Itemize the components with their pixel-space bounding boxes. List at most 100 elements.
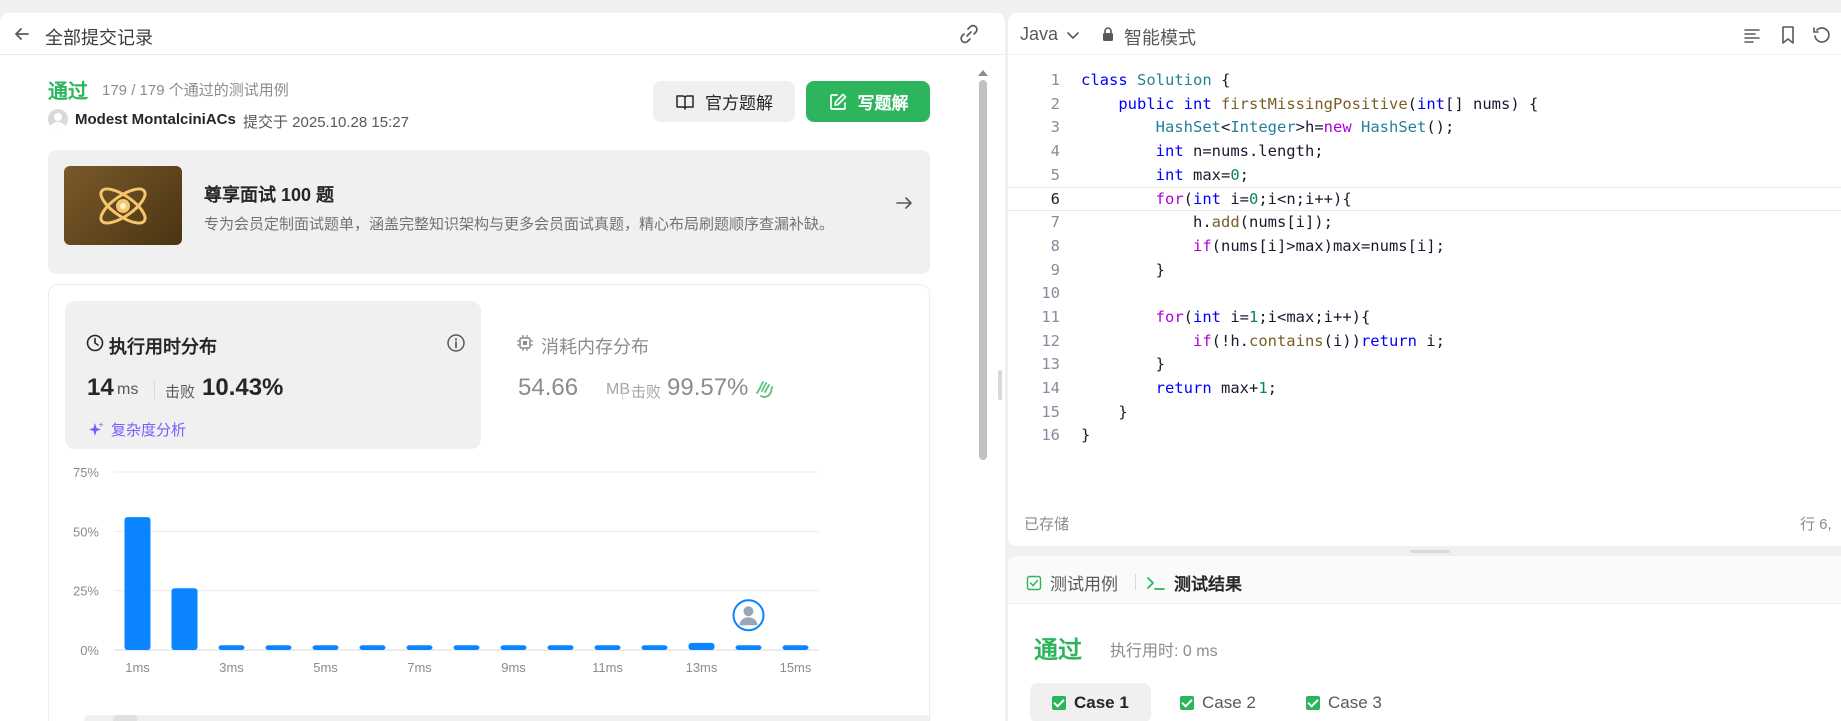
official-solution-button[interactable]: 官方题解 [653,81,795,122]
line-number: 3 [1050,118,1060,137]
reset-icon[interactable] [1812,25,1832,45]
code-line[interactable]: 5 int max=0; [1008,164,1841,188]
runtime-title: 执行用时分布 [109,337,217,357]
case-tab-3[interactable]: Case 3 [1284,683,1404,721]
promo-subtitle: 专为会员定制面试题单，涵盖完整知识架构与更多会员面试真题，精心布局刷题顺序查漏补… [204,216,835,233]
user-name[interactable]: Modest MontalciniACs [75,111,236,128]
horizontal-resize-handle[interactable] [1410,550,1450,553]
memory-title[interactable]: 消耗内存分布 [541,333,649,359]
memory-chip-icon [517,335,533,351]
performance-stats: 执行用时分布 14 ms 击败 10.43% 复杂度分析 消耗内存分布 54.6… [48,284,930,721]
line-number: 13 [1041,355,1060,374]
y-tick-label: 25% [73,584,99,599]
code-editor-panel: Java 智能模式 1 class Solution {2 public int… [1008,13,1841,546]
code-text: public int firstMissingPositive(int[] nu… [1118,94,1539,113]
promo-image [64,166,182,245]
save-status: 已存储 [1024,516,1070,533]
bar [218,645,245,650]
code-line[interactable]: 11 for(int i=1;i<max;i++){ [1008,306,1841,330]
runtime-beat-value: 10.43% [202,374,284,401]
line-number: 16 [1041,426,1060,445]
left-scrollbar-thumb[interactable] [979,80,987,460]
x-tick-label: 3ms [219,660,244,675]
chevron-down-icon [1067,31,1079,39]
write-solution-button[interactable]: 写题解 [806,81,930,122]
app-root: 全部提交记录 通过 179 / 179 个通过的测试用例 Modest Mont… [0,0,1841,721]
submit-time: 提交于 2025.10.28 15:27 [243,114,409,131]
x-tick-label: 1ms [125,660,150,675]
code-text: if(!h.contains(i))return i; [1192,331,1445,350]
code-line[interactable]: 9 } [1008,259,1841,283]
user-avatar[interactable] [48,109,68,129]
editor-toolbar: Java 智能模式 [1008,13,1841,55]
code-line[interactable]: 12 if(!h.contains(i))return i; [1008,330,1841,354]
premium-promo-card[interactable]: 尊享面试 100 题 专为会员定制面试题单，涵盖完整知识架构与更多会员面试真题，… [48,150,930,274]
tab-result-label: 测试结果 [1174,575,1242,594]
code-text: for(int i=1;i<max;i++){ [1155,307,1371,326]
chart-scroll-track [84,715,929,721]
scroll-up-arrow-icon[interactable] [977,65,989,76]
link-icon[interactable] [958,23,980,45]
editor-mode[interactable]: 智能模式 [1124,24,1196,50]
code-text: return max+1; [1155,378,1278,397]
x-tick-label: 7ms [407,660,432,675]
y-tick-label: 0% [80,643,99,658]
case-tab-1[interactable]: Case 1 [1030,683,1151,721]
vertical-resize-handle[interactable] [998,370,1002,400]
x-tick-label: 15ms [780,660,812,675]
code-text: int max=0; [1155,165,1250,184]
check-icon [1180,696,1194,710]
clap-icon [756,381,773,398]
promo-title: 尊享面试 100 题 [204,185,335,205]
code-line[interactable]: 7 h.add(nums[i]); [1008,211,1841,235]
tab-divider [1135,574,1136,590]
line-number: 5 [1050,165,1060,184]
runtime-distribution-chart: 0% 25% 50% 75% 1ms 3ms 5ms 7ms 9ms 11ms 13ms 15ms [73,465,929,721]
line-number: 15 [1041,402,1060,421]
runtime-divider [154,381,155,399]
bookmark-icon[interactable] [1778,25,1798,45]
bar [547,645,574,650]
bar [359,645,386,650]
bar [124,517,151,650]
arrow-right-icon[interactable] [893,192,915,214]
language-selector[interactable]: Java [1020,24,1080,45]
x-tick-label: 11ms [592,660,623,675]
code-text: int n=nums.length; [1155,142,1324,161]
header-title[interactable]: 全部提交记录 [45,24,153,50]
code-line[interactable]: 6 for(int i=0;i<n;i++){ [1008,187,1841,212]
code-line[interactable]: 13 } [1008,353,1841,377]
code-line[interactable]: 2 public int firstMissingPositive(int[] … [1008,93,1841,117]
line-number: 12 [1041,331,1060,350]
case-tab-2[interactable]: Case 2 [1158,683,1278,721]
runtime-card[interactable]: 执行用时分布 14 ms 击败 10.43% 复杂度分析 [65,301,481,449]
line-number: 8 [1050,236,1060,255]
format-icon[interactable] [1742,25,1762,45]
submission-header: 全部提交记录 [0,13,1005,55]
code-line[interactable]: 1 class Solution { [1008,69,1841,93]
write-solution-label: 写题解 [857,94,909,113]
checkbox-icon [1026,575,1042,590]
back-arrow-icon[interactable] [12,24,32,44]
code-line[interactable]: 3 HashSet<Integer>h=new HashSet(); [1008,116,1841,140]
bar [406,645,433,650]
code-text: for(int i=0;i<n;i++){ [1155,190,1352,209]
code-text: if(nums[i]>max)max=nums[i]; [1192,236,1445,255]
bar [171,588,198,650]
code-line[interactable]: 15 } [1008,401,1841,425]
code-line[interactable]: 16} [1008,424,1841,448]
code-line[interactable]: 4 int n=nums.length; [1008,140,1841,164]
tab-result[interactable]: 测试结果 [1146,570,1242,595]
line-number: 14 [1041,378,1060,397]
info-icon[interactable] [446,333,466,353]
tab-testcase[interactable]: 测试用例 [1026,570,1118,595]
y-tick-label: 75% [73,465,99,480]
code-line[interactable]: 8 if(nums[i]>max)max=nums[i]; [1008,235,1841,259]
bar [735,645,762,650]
code-line[interactable]: 10 [1008,282,1841,306]
complexity-analysis-link[interactable]: 复杂度分析 [87,419,186,440]
result-tabs: 测试用例 测试结果 [1008,556,1841,604]
code-line[interactable]: 14 return max+1; [1008,377,1841,401]
code-area[interactable]: 1 class Solution {2 public int firstMissi… [1008,69,1841,448]
memory-value: 54.66 [518,374,579,401]
